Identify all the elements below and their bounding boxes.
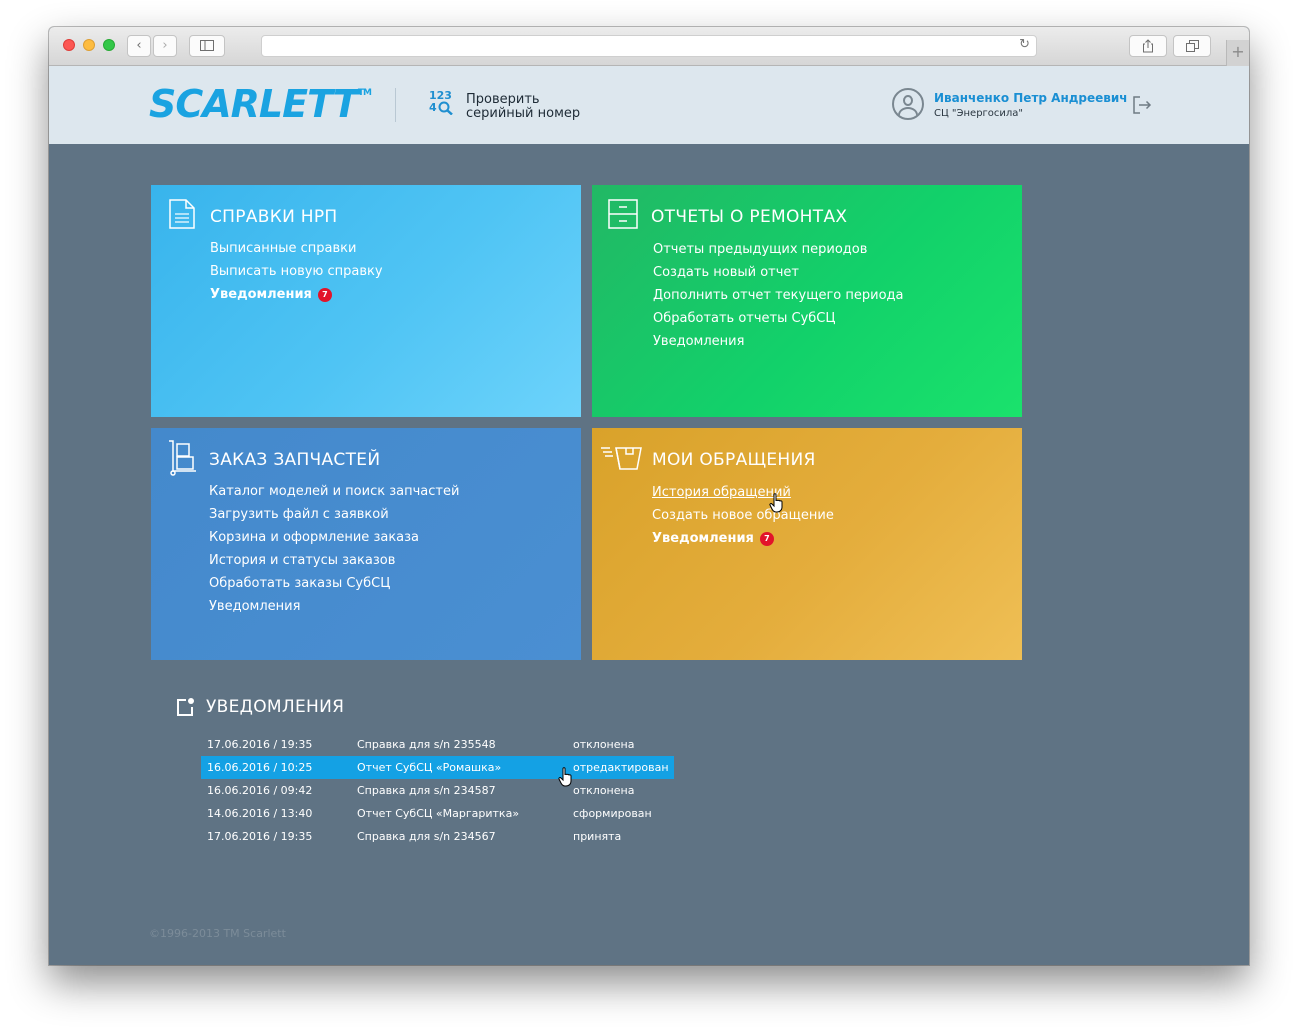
notifications-count-badge: 7 [759,532,774,546]
scarlett-logo[interactable]: SCARLETTTM [149,82,372,126]
orders-notifications-link[interactable]: Уведомления [209,595,459,618]
create-report-link[interactable]: Создать новый отчет [653,261,903,284]
user-avatar[interactable] [892,88,924,120]
request-history-link[interactable]: История обращений [652,481,834,504]
notification-row[interactable]: 16.06.2016 / 09:42 Справка для s/n 23458… [201,779,674,802]
serial-search-icon[interactable]: 123 4 [429,90,459,122]
chevron-right-icon: › [162,38,168,53]
chevron-left-icon: ‹ [136,38,142,53]
upload-order-file-link[interactable]: Загрузить файл с заявкой [209,503,459,526]
cart-checkout-link[interactable]: Корзина и оформление заказа [209,526,459,549]
fast-box-icon [601,447,642,470]
notifications-title: УВЕДОМЛЕНИЯ [206,697,345,717]
tabs-overview-button[interactable] [1173,35,1211,57]
close-window-button[interactable] [63,39,75,51]
tabs-icon [1185,40,1199,52]
notification-row-selected[interactable]: 16.06.2016 / 10:25 Отчет СубСЦ «Ромашка»… [201,756,674,779]
browser-toolbar: ‹ › ↻ + [49,27,1249,66]
tile-my-requests-title: МОИ ОБРАЩЕНИЯ [652,450,816,470]
sidebar-toggle-button[interactable] [189,35,225,57]
previous-reports-link[interactable]: Отчеты предыдущих периодов [653,238,903,261]
tile-parts-order-links: Каталог моделей и поиск запчастей Загруз… [209,480,459,618]
check-serial-link[interactable]: Проверить серийный номер [466,93,580,121]
new-certificate-link[interactable]: Выписать новую справку [210,260,383,283]
process-subsc-reports-link[interactable]: Обработать отчеты СубСЦ [653,307,903,330]
tile-my-requests: МОИ ОБРАЩЕНИЯ История обращений Создать … [592,428,1022,660]
process-subsc-orders-link[interactable]: Обработать заказы СубСЦ [209,572,459,595]
user-organization: СЦ "Энергосила" [934,108,1024,119]
tile-certificates: СПРАВКИ НРП Выписанные справки Выписать … [151,185,581,417]
forward-button[interactable]: › [153,35,177,57]
issued-certificates-link[interactable]: Выписанные справки [210,237,383,260]
share-icon [1143,39,1153,53]
hand-cursor-icon [769,493,783,513]
order-history-link[interactable]: История и статусы заказов [209,549,459,572]
notification-row[interactable]: 17.06.2016 / 19:35 Справка для s/n 23456… [201,825,674,848]
new-tab-button[interactable]: + [1226,40,1249,66]
back-button[interactable]: ‹ [127,35,151,57]
tile-my-requests-links: История обращений Создать новое обращени… [652,481,834,550]
tile-repair-reports-title: ОТЧЕТЫ О РЕМОНТАХ [651,207,848,227]
magnifier-icon [438,101,453,115]
notifications-table: 17.06.2016 / 19:35 Справка для s/n 23554… [201,733,674,848]
certificates-notifications-link[interactable]: Уведомления 7 [210,283,383,306]
tile-parts-order-title: ЗАКАЗ ЗАПЧАСТЕЙ [209,450,381,470]
hand-cursor-icon [558,767,572,787]
site-header: SCARLETTTM 123 4 Проверить серийный номе… [49,66,1249,144]
hand-truck-icon [169,440,196,476]
address-bar[interactable]: ↻ [261,35,1037,57]
header-divider [395,88,396,122]
notifications-count-badge: 7 [317,288,332,302]
sidebar-icon [200,40,214,51]
tile-certificates-links: Выписанные справки Выписать новую справк… [210,237,383,306]
notification-row[interactable]: 17.06.2016 / 19:35 Справка для s/n 23554… [201,733,674,756]
tile-certificates-title: СПРАВКИ НРП [210,207,338,227]
supplement-report-link[interactable]: Дополнить отчет текущего периода [653,284,903,307]
notification-row[interactable]: 14.06.2016 / 13:40 Отчет СубСЦ «Маргарит… [201,802,674,825]
tile-repair-reports-links: Отчеты предыдущих периодов Создать новый… [653,238,903,353]
tile-repair-reports: ОТЧЕТЫ О РЕМОНТАХ Отчеты предыдущих пери… [592,185,1022,417]
cabinet-icon [608,199,638,229]
plus-icon: + [1231,42,1245,61]
reports-notifications-link[interactable]: Уведомления [653,330,903,353]
browser-window: ‹ › ↻ + SCARLETTTM 123 4 Проверить серий… [49,27,1249,965]
notification-icon [177,698,194,716]
footer-copyright: ©1996-2013 TM Scarlett [149,927,286,940]
requests-notifications-link[interactable]: Уведомления 7 [652,527,834,550]
logout-icon[interactable] [1131,94,1153,116]
create-request-link[interactable]: Создать новое обращение [652,504,834,527]
catalog-search-link[interactable]: Каталог моделей и поиск запчастей [209,480,459,503]
user-name[interactable]: Иванченко Петр Андреевич [934,91,1128,105]
zoom-window-button[interactable] [103,39,115,51]
document-icon [169,199,195,229]
share-button[interactable] [1129,35,1167,57]
tile-parts-order: ЗАКАЗ ЗАПЧАСТЕЙ Каталог моделей и поиск … [151,428,581,660]
minimize-window-button[interactable] [83,39,95,51]
reload-icon[interactable]: ↻ [1019,37,1030,52]
